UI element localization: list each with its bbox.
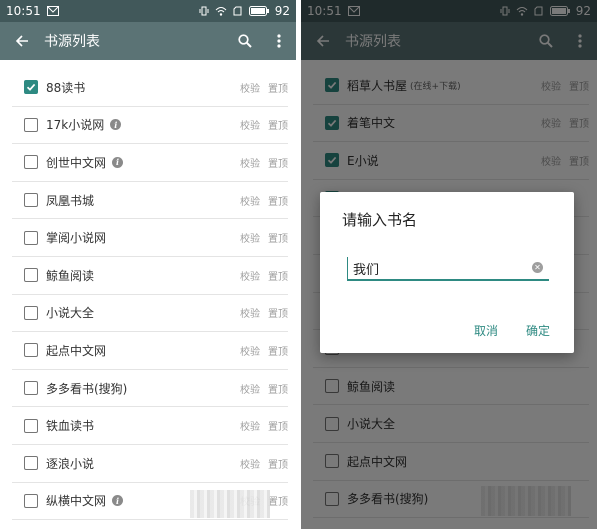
checkbox[interactable] bbox=[24, 381, 38, 396]
book-source-list: 88读书 校验 置顶 17k小说网 i 校验 置顶 创世中文网 i 校验 置顶 凤凰书城 校验 置顶 掌阅小… bbox=[12, 69, 288, 521]
list-item[interactable]: 17k小说网 i 校验 置顶 bbox=[12, 107, 288, 145]
pin-top-button[interactable]: 置顶 bbox=[268, 305, 288, 320]
phone-screen-left: 10:51 92 书源列表 88读书 校验 置顶 17k小说网 i 校验 置顶 创世中文网 i 校… bbox=[0, 0, 296, 529]
checkbox[interactable] bbox=[24, 117, 38, 132]
page-title: 书源列表 bbox=[44, 34, 100, 50]
verify-button[interactable]: 校验 bbox=[240, 418, 260, 433]
list-item[interactable]: 起点中文网 校验 置顶 bbox=[12, 332, 288, 370]
pin-top-button[interactable]: 置顶 bbox=[268, 418, 288, 433]
verify-button[interactable]: 校验 bbox=[240, 268, 260, 283]
source-name: 17k小说网 bbox=[46, 118, 105, 133]
back-arrow-icon[interactable] bbox=[0, 34, 44, 48]
checkmark-icon bbox=[26, 84, 36, 92]
checkbox[interactable] bbox=[24, 343, 38, 358]
cancel-button[interactable]: 取消 bbox=[474, 322, 498, 339]
verify-button[interactable]: 校验 bbox=[240, 80, 260, 95]
confirm-button[interactable]: 确定 bbox=[526, 322, 550, 339]
info-icon[interactable]: i bbox=[110, 119, 122, 131]
checkbox[interactable] bbox=[24, 305, 38, 320]
book-name-dialog: 请输入书名 ✕ 取消 确定 bbox=[320, 192, 574, 353]
status-bar: 10:51 92 bbox=[0, 0, 296, 22]
checkbox[interactable] bbox=[24, 456, 38, 471]
vibrate-icon bbox=[199, 6, 209, 16]
info-icon[interactable]: i bbox=[112, 495, 124, 507]
checkbox[interactable] bbox=[24, 493, 38, 508]
book-name-input[interactable] bbox=[347, 257, 522, 279]
checkbox[interactable] bbox=[24, 193, 38, 208]
source-name: 小说大全 bbox=[46, 306, 95, 321]
watermark bbox=[190, 490, 270, 518]
wifi-icon bbox=[215, 6, 227, 16]
pin-top-button[interactable]: 置顶 bbox=[268, 381, 288, 396]
pin-top-button[interactable]: 置顶 bbox=[268, 268, 288, 283]
source-name: 纵横中文网 bbox=[46, 494, 107, 509]
app-toolbar: 书源列表 bbox=[0, 22, 296, 60]
source-name: 逐浪小说 bbox=[46, 456, 95, 471]
pin-top-button[interactable]: 置顶 bbox=[268, 456, 288, 471]
list-item[interactable]: 小说大全 校验 置顶 bbox=[12, 295, 288, 333]
battery-level: 92 bbox=[274, 4, 290, 18]
pin-top-button[interactable]: 置顶 bbox=[268, 117, 288, 132]
phone-screen-right: 10:51 92 书源列表 稻草人书屋(在线+下载)校验置顶着笔中文校验置顶E小… bbox=[301, 0, 597, 529]
source-name: 起点中文网 bbox=[46, 343, 107, 358]
list-item[interactable]: 铁血读书 校验 置顶 bbox=[12, 407, 288, 445]
verify-button[interactable]: 校验 bbox=[240, 305, 260, 320]
checkbox[interactable] bbox=[24, 418, 38, 433]
list-item[interactable]: 凤凰书城 校验 置顶 bbox=[12, 182, 288, 220]
source-name: 88读书 bbox=[46, 80, 86, 95]
pin-top-button[interactable]: 置顶 bbox=[268, 343, 288, 358]
verify-button[interactable]: 校验 bbox=[240, 343, 260, 358]
list-item[interactable]: 88读书 校验 置顶 bbox=[12, 69, 288, 107]
source-name: 铁血读书 bbox=[46, 419, 95, 434]
verify-button[interactable]: 校验 bbox=[240, 456, 260, 471]
source-name: 掌阅小说网 bbox=[46, 231, 107, 246]
verify-button[interactable]: 校验 bbox=[240, 381, 260, 396]
checkbox[interactable] bbox=[24, 155, 38, 170]
checkbox[interactable] bbox=[24, 80, 38, 95]
pin-top-button[interactable]: 置顶 bbox=[268, 80, 288, 95]
source-name: 鲸鱼阅读 bbox=[46, 268, 95, 283]
verify-button[interactable]: 校验 bbox=[240, 230, 260, 245]
book-name-field: ✕ bbox=[347, 257, 549, 281]
sim-icon bbox=[233, 6, 243, 16]
clear-icon[interactable]: ✕ bbox=[532, 262, 543, 273]
pin-top-button[interactable]: 置顶 bbox=[268, 155, 288, 170]
list-item[interactable]: 逐浪小说 校验 置顶 bbox=[12, 445, 288, 483]
list-item[interactable]: 多多看书(搜狗) 校验 置顶 bbox=[12, 370, 288, 408]
pin-top-button[interactable]: 置顶 bbox=[268, 230, 288, 245]
source-name: 创世中文网 bbox=[46, 155, 107, 170]
verify-button[interactable]: 校验 bbox=[240, 117, 260, 132]
more-vert-icon[interactable] bbox=[262, 34, 296, 48]
pin-top-button[interactable]: 置顶 bbox=[268, 493, 288, 508]
list-item[interactable]: 鲸鱼阅读 校验 置顶 bbox=[12, 257, 288, 295]
verify-button[interactable]: 校验 bbox=[240, 193, 260, 208]
info-icon[interactable]: i bbox=[112, 156, 124, 168]
dialog-title: 请输入书名 bbox=[342, 211, 418, 229]
status-time: 10:51 bbox=[6, 4, 41, 18]
list-item[interactable]: 掌阅小说网 校验 置顶 bbox=[12, 219, 288, 257]
search-icon[interactable] bbox=[228, 34, 262, 48]
battery-icon bbox=[248, 6, 269, 16]
list-item[interactable]: 创世中文网 i 校验 置顶 bbox=[12, 144, 288, 182]
source-name: 凤凰书城 bbox=[46, 193, 95, 208]
checkbox[interactable] bbox=[24, 230, 38, 245]
message-notification-icon bbox=[46, 6, 59, 16]
verify-button[interactable]: 校验 bbox=[240, 155, 260, 170]
checkbox[interactable] bbox=[24, 268, 38, 283]
source-name: 多多看书(搜狗) bbox=[46, 381, 128, 396]
pin-top-button[interactable]: 置顶 bbox=[268, 193, 288, 208]
